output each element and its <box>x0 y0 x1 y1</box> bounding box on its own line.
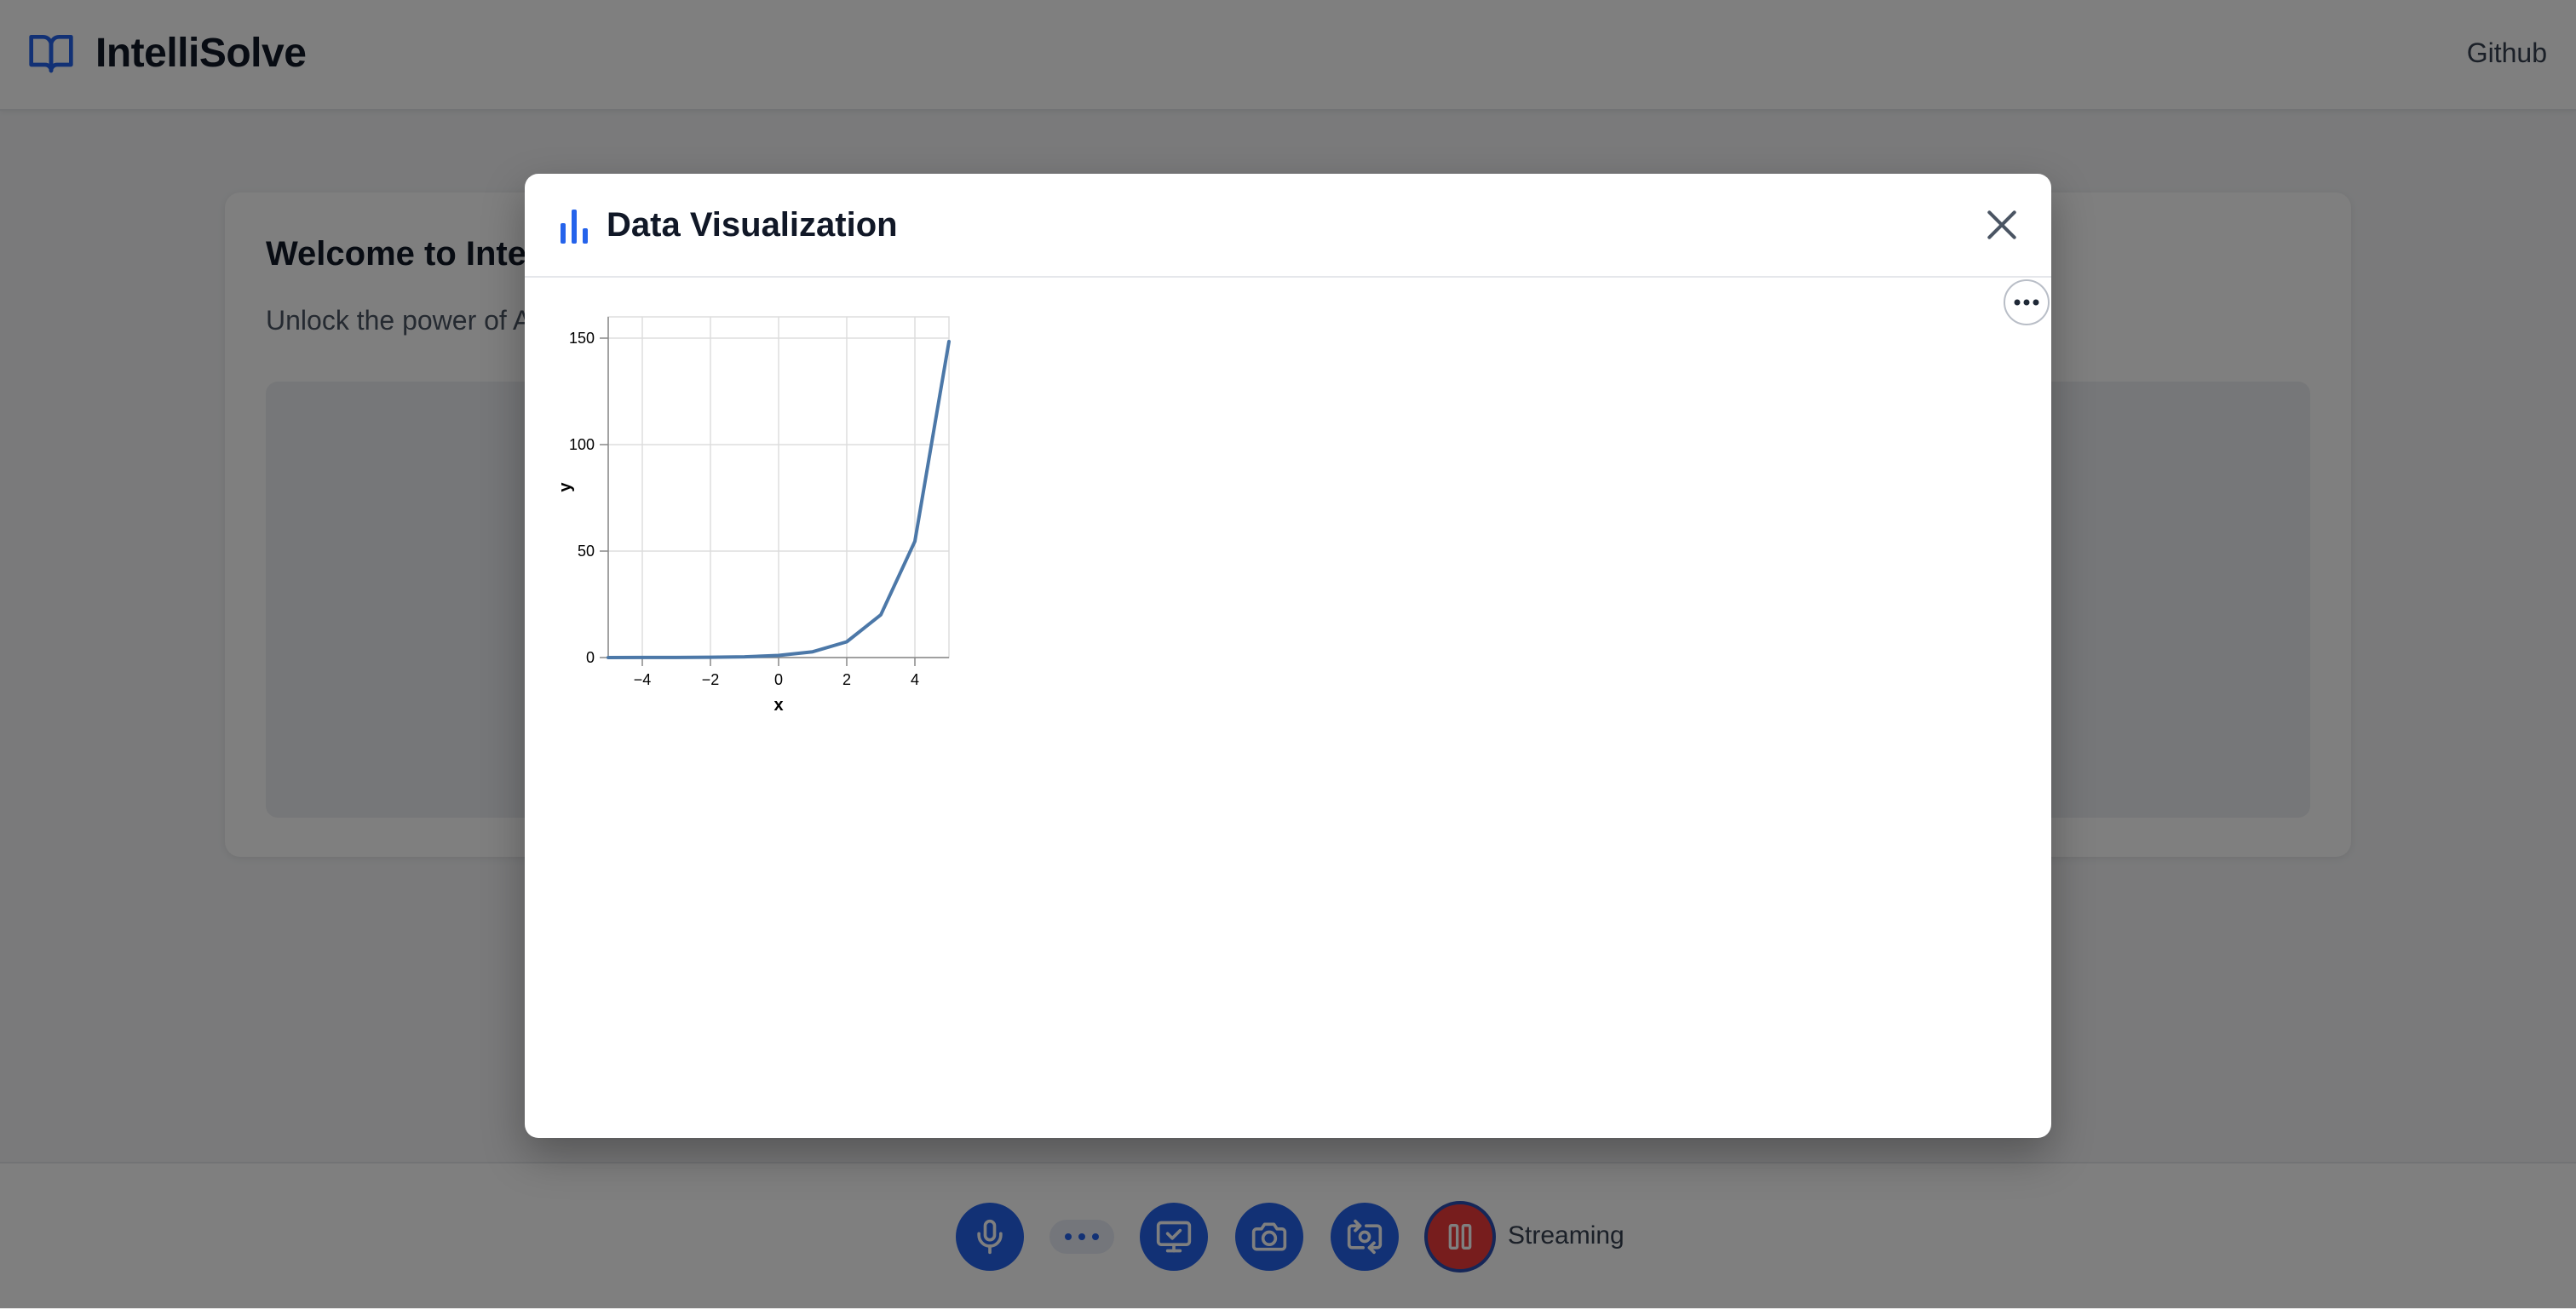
bar-chart-icon <box>561 210 588 244</box>
line-chart: −4 −2 0 2 4 0 50 100 150 x y <box>559 316 951 715</box>
ellipsis-icon <box>2014 299 2039 306</box>
x-tick-label: 2 <box>842 671 851 688</box>
x-tick-label: 0 <box>774 671 783 688</box>
x-tick-label: 4 <box>911 671 919 688</box>
x-tick-label: −2 <box>702 671 720 688</box>
modal-title: Data Visualization <box>607 206 898 244</box>
y-tick-label: 150 <box>569 330 595 347</box>
x-tick-label: −4 <box>634 671 652 688</box>
y-tick-label: 100 <box>569 436 595 453</box>
data-visualization-modal: Data Visualization −4 −2 0 2 4 0 50 100 150 x y <box>525 174 2051 1138</box>
chart-grid <box>607 316 950 658</box>
y-tick-label: 50 <box>578 543 595 560</box>
close-icon[interactable] <box>1983 206 2021 244</box>
chart-actions-button[interactable] <box>2004 279 2050 325</box>
modal-header: Data Visualization <box>525 174 2051 278</box>
y-axis-label: y <box>559 482 575 492</box>
x-axis-label: x <box>773 696 783 715</box>
y-tick-label: 0 <box>586 649 595 666</box>
